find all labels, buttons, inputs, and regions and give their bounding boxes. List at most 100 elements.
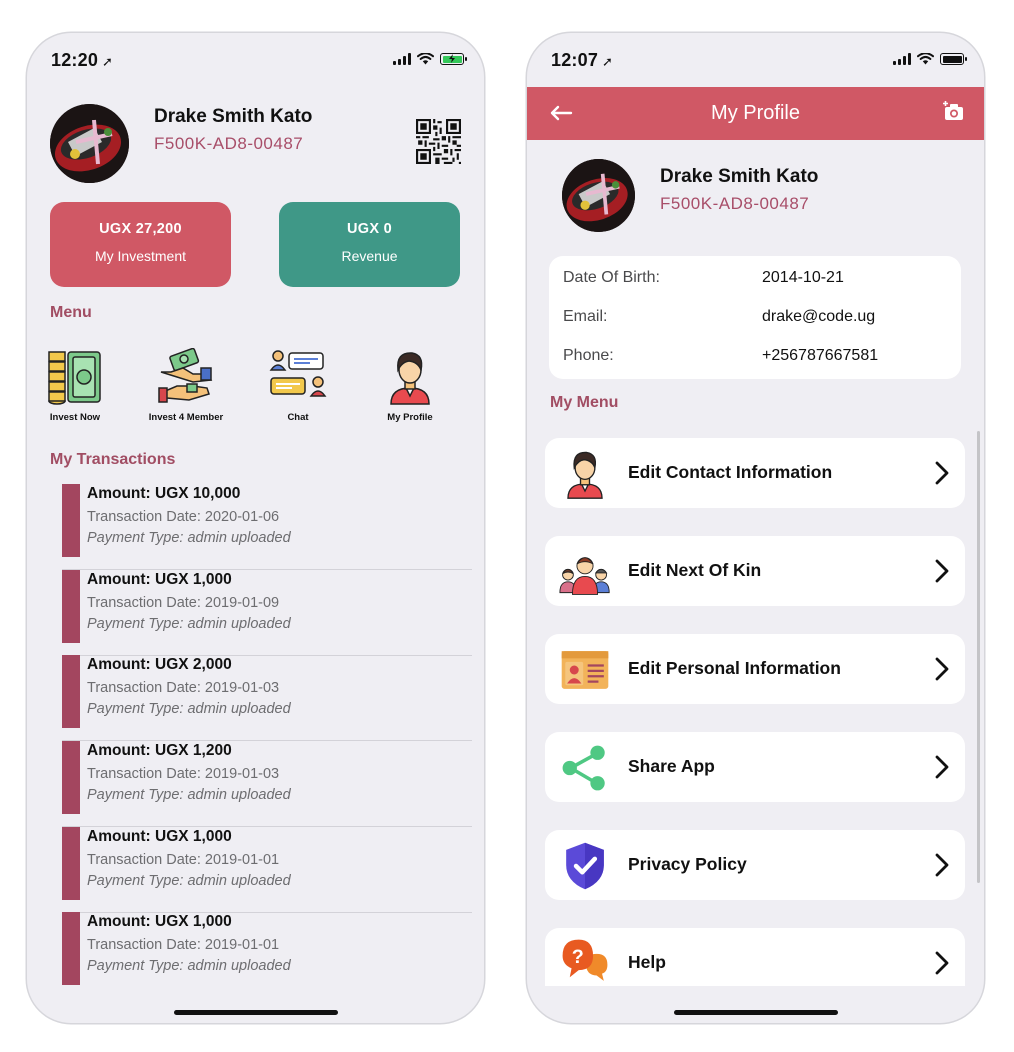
user-name: Drake Smith Kato xyxy=(660,166,819,187)
cash-stack-icon xyxy=(48,351,101,405)
transaction-date: Transaction Date: 2019-01-01 xyxy=(87,852,280,868)
menu-my-profile[interactable]: My Profile xyxy=(360,348,460,423)
status-bar: 12:07 ➚ xyxy=(527,33,984,87)
menu-edit-next-of-kin[interactable]: Edit Next Of Kin xyxy=(545,536,965,606)
add-photo-icon[interactable] xyxy=(943,101,965,121)
user-name: Drake Smith Kato xyxy=(154,106,313,127)
menu-label-invest-now: Invest Now xyxy=(49,412,101,423)
transaction-row[interactable]: Amount: UGX 2,000 Transaction Date: 2019… xyxy=(62,654,472,741)
menu-label: Share App xyxy=(628,756,715,776)
transaction-amount: Amount: UGX 10,000 xyxy=(87,485,241,502)
svg-text:?: ? xyxy=(572,946,584,968)
menu-label: Edit Next Of Kin xyxy=(628,560,762,580)
menu-label-invest-4-member: Invest 4 Member xyxy=(148,412,224,423)
home-indicator[interactable] xyxy=(173,1010,338,1015)
app-header: My Profile xyxy=(527,87,984,140)
chat-people-icon xyxy=(269,350,327,397)
menu-heading: Menu xyxy=(50,304,92,321)
transaction-amount: Amount: UGX 2,000 xyxy=(87,656,232,673)
transactions-heading: My Transactions xyxy=(50,451,176,468)
shield-check-icon xyxy=(566,842,604,890)
transaction-marker xyxy=(62,741,80,814)
revenue-label: Revenue xyxy=(341,248,398,264)
battery-charging-icon xyxy=(440,53,467,65)
chevron-right-icon xyxy=(935,559,949,583)
revenue-card[interactable]: UGX 0 Revenue xyxy=(279,202,460,287)
wifi-icon xyxy=(417,53,434,65)
menu-chat[interactable]: Chat xyxy=(248,348,348,423)
qr-code-icon[interactable] xyxy=(416,119,461,164)
menu-label: Privacy Policy xyxy=(628,854,747,874)
transaction-row[interactable]: Amount: UGX 10,000 Transaction Date: 202… xyxy=(62,483,472,570)
profile-screen: 12:07 ➚ My Profile Drake Smith Kato F500… xyxy=(527,33,984,1023)
help-bubble-icon: ? xyxy=(562,939,608,981)
user-id: F500K-AD8-00487 xyxy=(154,134,304,153)
transaction-row[interactable]: Amount: UGX 1,200 Transaction Date: 2019… xyxy=(62,740,472,827)
transaction-type: Payment Type: admin uploaded xyxy=(87,530,291,546)
transaction-amount: Amount: UGX 1,000 xyxy=(87,571,232,588)
email-label: Email: xyxy=(563,308,608,325)
menu-share-app[interactable]: Share App xyxy=(545,732,965,802)
user-id: F500K-AD8-00487 xyxy=(660,194,810,213)
chevron-right-icon xyxy=(935,853,949,877)
scrollbar[interactable] xyxy=(977,431,980,883)
battery-icon xyxy=(940,53,967,65)
avatar[interactable] xyxy=(562,159,635,232)
transaction-marker xyxy=(62,484,80,557)
family-icon xyxy=(559,557,610,595)
menu-help[interactable]: ? Help xyxy=(545,928,965,986)
transaction-date: Transaction Date: 2019-01-01 xyxy=(87,937,280,953)
menu-edit-personal-info[interactable]: Edit Personal Information xyxy=(545,634,965,704)
location-arrow-icon: ➚ xyxy=(102,54,114,69)
id-card-icon xyxy=(561,651,609,689)
money-handshake-icon xyxy=(158,347,213,403)
transaction-row[interactable]: Amount: UGX 1,000 Transaction Date: 2019… xyxy=(62,569,472,656)
transaction-type: Payment Type: admin uploaded xyxy=(87,873,291,889)
chevron-right-icon xyxy=(935,755,949,779)
transaction-type: Payment Type: admin uploaded xyxy=(87,958,291,974)
transaction-amount: Amount: UGX 1,000 xyxy=(87,828,232,845)
transaction-date: Transaction Date: 2019-01-03 xyxy=(87,766,280,782)
menu-invest-now[interactable]: Invest Now xyxy=(27,348,125,423)
menu-privacy-policy[interactable]: Privacy Policy xyxy=(545,830,965,900)
home-indicator[interactable] xyxy=(673,1010,838,1015)
signal-icon xyxy=(393,53,411,65)
menu-edit-contact[interactable]: Edit Contact Information xyxy=(545,438,965,508)
transaction-row[interactable]: Amount: UGX 1,000 Transaction Date: 2019… xyxy=(62,826,472,913)
transaction-marker xyxy=(62,570,80,643)
status-bar: 12:20 ➚ xyxy=(27,33,484,87)
my-menu-heading: My Menu xyxy=(550,394,619,411)
profile-info-card: Date Of Birth: 2014-10-21 Email: drake@c… xyxy=(549,256,961,379)
investment-card[interactable]: UGX 27,200 My Investment xyxy=(50,202,231,287)
transaction-date: Transaction Date: 2019-01-09 xyxy=(87,595,280,611)
transaction-row[interactable]: Amount: UGX 1,000 Transaction Date: 2019… xyxy=(62,911,472,997)
email-value: drake@code.ug xyxy=(762,308,876,325)
menu-label: Edit Personal Information xyxy=(628,658,841,678)
transaction-type: Payment Type: admin uploaded xyxy=(87,701,291,717)
phone-label: Phone: xyxy=(563,347,614,364)
investment-amount: UGX 27,200 xyxy=(99,221,182,237)
avatar[interactable] xyxy=(50,104,129,183)
transaction-amount: Amount: UGX 1,000 xyxy=(87,913,232,930)
phone-value: +256787667581 xyxy=(762,347,879,364)
menu-label-chat: Chat xyxy=(287,412,309,423)
menu-label-my-profile: My Profile xyxy=(387,412,433,423)
transaction-type: Payment Type: admin uploaded xyxy=(87,616,291,632)
person-icon xyxy=(390,352,430,405)
location-arrow-icon: ➚ xyxy=(602,54,614,69)
share-icon xyxy=(562,745,605,791)
menu-label: Edit Contact Information xyxy=(628,462,833,482)
chevron-right-icon xyxy=(935,461,949,485)
person-icon xyxy=(567,451,603,499)
dashboard-screen: 12:20 ➚ Drake Smith Kato F500K-AD8-00487 … xyxy=(27,33,484,1023)
signal-icon xyxy=(893,53,911,65)
menu-invest-4-member[interactable]: Invest 4 Member xyxy=(136,347,236,423)
page-title: My Profile xyxy=(711,102,800,124)
status-time: 12:20 xyxy=(51,50,99,70)
transaction-type: Payment Type: admin uploaded xyxy=(87,787,291,803)
investment-label: My Investment xyxy=(94,248,187,264)
wifi-icon xyxy=(917,53,934,65)
menu-label: Help xyxy=(628,952,666,972)
revenue-amount: UGX 0 xyxy=(346,221,392,237)
dob-label: Date Of Birth: xyxy=(563,269,660,286)
